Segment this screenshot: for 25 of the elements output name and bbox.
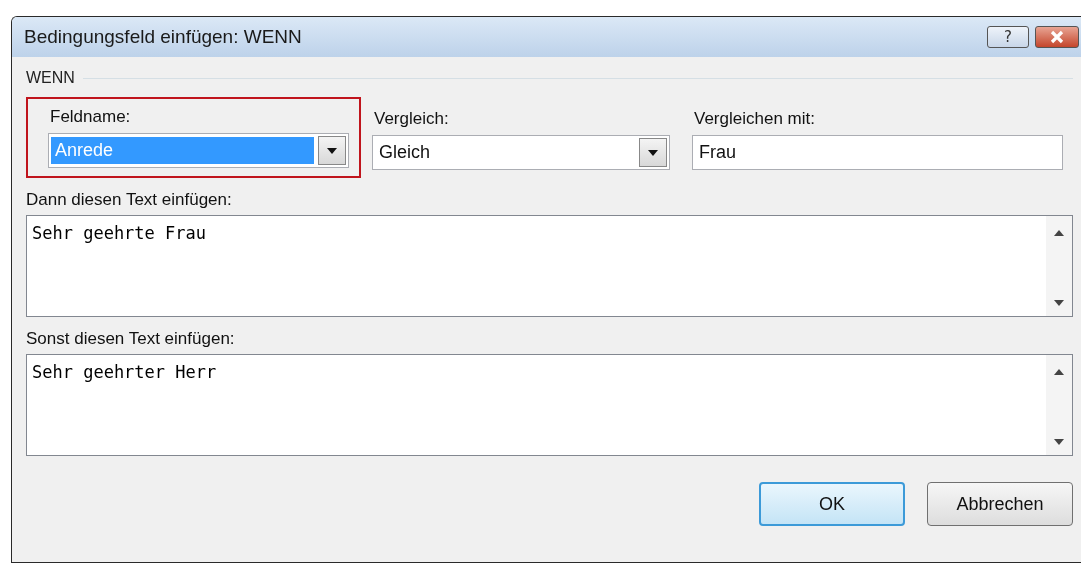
- caret-icon: [326, 146, 338, 155]
- field-label: Vergleichen mit:: [693, 109, 816, 129]
- text-area[interactable]: Sehr geehrte Frau: [26, 215, 1073, 317]
- caret-icon: [647, 148, 659, 157]
- dialog-button[interactable]: OK: [759, 482, 905, 526]
- dialog-button[interactable]: Abbrechen: [927, 482, 1073, 526]
- dropdown-arrow-button[interactable]: [639, 138, 667, 167]
- field-label: Vergleich:: [373, 109, 450, 129]
- field-label: Feldname:: [49, 107, 132, 127]
- help-button[interactable]: ?: [987, 26, 1029, 48]
- scroll-up-icon[interactable]: [1054, 230, 1064, 236]
- window-title: Bedingungsfeld einfügen: WENN: [24, 26, 303, 48]
- field-label: Sonst diesen Text einfügen:: [26, 329, 236, 349]
- scroll-up-icon[interactable]: [1054, 369, 1064, 375]
- close-button[interactable]: [1035, 26, 1079, 48]
- dropdown-field[interactable]: Gleich: [372, 135, 670, 170]
- text-area[interactable]: Sehr geehrter Herr: [26, 354, 1073, 456]
- scroll-down-icon[interactable]: [1054, 439, 1064, 445]
- group-label: WENN: [26, 69, 75, 87]
- input-field[interactable]: Frau: [692, 135, 1063, 170]
- scrollbar[interactable]: [1046, 216, 1072, 316]
- scroll-down-icon[interactable]: [1054, 300, 1064, 306]
- field-label: Dann diesen Text einfügen:: [26, 190, 233, 210]
- scrollbar[interactable]: [1046, 355, 1072, 455]
- dropdown-arrow-button[interactable]: [318, 136, 346, 165]
